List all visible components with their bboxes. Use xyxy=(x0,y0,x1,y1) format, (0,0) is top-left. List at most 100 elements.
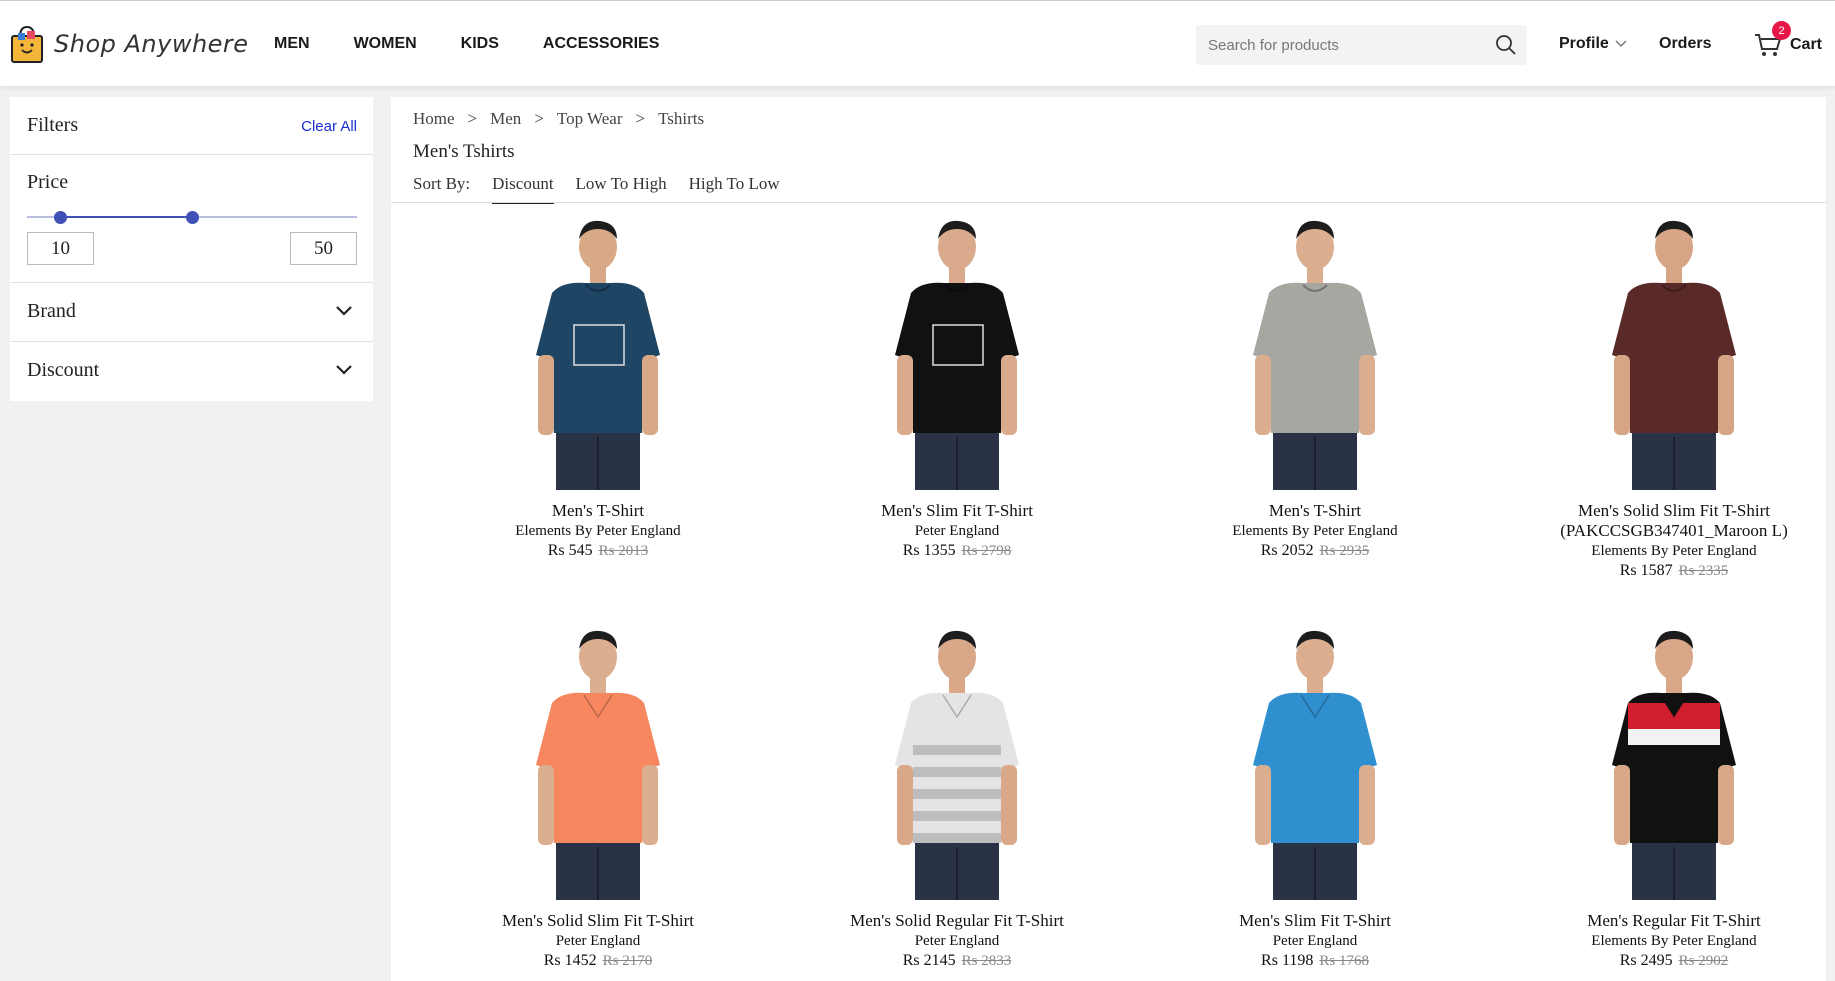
price-slider[interactable] xyxy=(27,210,357,224)
product-price: Rs 1355 xyxy=(902,542,956,559)
product-mrp: Rs 1768 xyxy=(1319,953,1369,969)
filters-sidebar: Filters Clear All Price 10 50 Brand Disc… xyxy=(10,97,373,401)
product-image[interactable] xyxy=(522,215,674,490)
product-name[interactable]: Men's Regular Fit T-Shirt xyxy=(1524,911,1824,931)
main-nav: MEN WOMEN KIDS ACCESSORIES xyxy=(274,35,703,53)
slider-thumb-max[interactable] xyxy=(186,211,199,224)
filters-header: Filters Clear All xyxy=(10,97,373,155)
page-title: Men's Tshirts xyxy=(413,141,515,162)
product-card[interactable]: Men's Solid Slim Fit T-Shirt (PAKCCSGB34… xyxy=(1524,215,1824,581)
product-card[interactable]: Men's Solid Regular Fit T-Shirt Peter Eng… xyxy=(807,625,1107,971)
sort-discount[interactable]: Discount xyxy=(492,174,554,204)
price-min-input[interactable]: 10 xyxy=(27,232,94,265)
price-max-input[interactable]: 50 xyxy=(290,232,357,265)
orders-link[interactable]: Orders xyxy=(1659,35,1711,53)
product-card[interactable]: Men's T-Shirt Elements By Peter England Rs… xyxy=(1165,215,1465,561)
brand-filter[interactable]: Brand xyxy=(10,283,373,342)
tshirt-model-illustration xyxy=(1598,215,1750,490)
nav-accessories[interactable]: ACCESSORIES xyxy=(543,35,659,53)
product-price: Rs 2145 xyxy=(902,952,956,969)
breadcrumb-top-wear[interactable]: Top Wear xyxy=(557,109,623,129)
product-card[interactable]: Men's Solid Slim Fit T-Shirt Peter Englan… xyxy=(448,625,748,971)
product-brand: Peter England xyxy=(555,933,641,949)
tshirt-model-illustration xyxy=(1239,625,1391,900)
logo-text: Shop Anywhere xyxy=(54,30,249,58)
product-image[interactable] xyxy=(522,625,674,900)
product-price-row: Rs 545 Rs 2013 xyxy=(448,541,748,561)
search-input[interactable] xyxy=(1196,25,1476,65)
product-name[interactable]: Men's T-Shirt xyxy=(448,501,748,521)
clear-all-button[interactable]: Clear All xyxy=(301,118,357,135)
product-price-row: Rs 2495 Rs 2902 xyxy=(1524,951,1824,971)
profile-menu[interactable]: Profile xyxy=(1559,35,1627,53)
breadcrumb-home[interactable]: Home xyxy=(413,109,455,129)
nav-men[interactable]: MEN xyxy=(274,35,310,53)
sort-bar: Sort By: Discount Low To High High To Lo… xyxy=(413,174,802,204)
chevron-down-icon[interactable] xyxy=(335,304,353,316)
product-price: Rs 2495 xyxy=(1619,952,1673,969)
product-price-row: Rs 1587 Rs 2335 xyxy=(1524,561,1824,581)
product-name[interactable]: Men's Slim Fit T-Shirt xyxy=(1165,911,1465,931)
product-price-row: Rs 1355 Rs 2798 xyxy=(807,541,1107,561)
slider-thumb-min[interactable] xyxy=(54,211,67,224)
product-price-row: Rs 1198 Rs 1768 xyxy=(1165,951,1465,971)
cart-icon: 2 xyxy=(1754,21,1791,59)
product-brand: Peter England xyxy=(1272,933,1358,949)
search-icon[interactable] xyxy=(1495,34,1517,56)
shopping-bag-icon xyxy=(10,25,44,63)
product-name[interactable]: Men's Solid Slim Fit T-Shirt xyxy=(448,911,748,931)
nav-women[interactable]: WOMEN xyxy=(354,35,417,53)
tshirt-model-illustration xyxy=(522,625,674,900)
product-mrp: Rs 2902 xyxy=(1678,953,1729,969)
profile-label: Profile xyxy=(1559,35,1609,52)
price-title: Price xyxy=(27,171,69,193)
product-name[interactable]: Men's Solid Regular Fit T-Shirt xyxy=(807,911,1107,931)
chevron-down-icon xyxy=(1615,35,1627,53)
product-name[interactable]: Men's T-Shirt xyxy=(1165,501,1465,521)
nav-kids[interactable]: KIDS xyxy=(461,35,499,53)
product-image[interactable] xyxy=(1239,215,1391,490)
slider-fill xyxy=(60,216,192,218)
product-card[interactable]: Men's Regular Fit T-Shirt Elements By Pet… xyxy=(1524,625,1824,971)
product-card[interactable]: Men's Slim Fit T-Shirt Peter England Rs 13… xyxy=(807,215,1107,561)
product-mrp: Rs 2170 xyxy=(602,953,653,969)
tshirt-model-illustration xyxy=(881,215,1033,490)
breadcrumb: Home > Men > Top Wear > Tshirts xyxy=(413,109,704,129)
sort-label: Sort By: xyxy=(413,174,471,193)
product-price: Rs 1198 xyxy=(1261,952,1314,969)
product-image[interactable] xyxy=(1598,215,1750,490)
product-image[interactable] xyxy=(881,625,1033,900)
product-image[interactable] xyxy=(1239,625,1391,900)
product-price-row: Rs 2145 Rs 2833 xyxy=(807,951,1107,971)
product-card[interactable]: Men's Slim Fit T-Shirt Peter England Rs 11… xyxy=(1165,625,1465,971)
cart-button[interactable]: 2 Cart xyxy=(1754,21,1822,59)
brand-title: Brand xyxy=(27,300,76,322)
tshirt-model-illustration xyxy=(1598,625,1750,900)
filters-title: Filters xyxy=(27,114,79,136)
product-listing: Home > Men > Top Wear > Tshirts Men's Ts… xyxy=(391,97,1826,981)
sort-high-to-low[interactable]: High To Low xyxy=(689,174,780,204)
price-filter: Price 10 50 xyxy=(10,155,373,283)
divider xyxy=(391,202,1826,203)
product-name[interactable]: Men's Slim Fit T-Shirt xyxy=(807,501,1107,521)
search-bar xyxy=(1196,25,1527,65)
sort-low-to-high[interactable]: Low To High xyxy=(576,174,667,204)
discount-filter[interactable]: Discount xyxy=(10,342,373,401)
product-card[interactable]: Men's T-Shirt Elements By Peter England Rs… xyxy=(448,215,748,561)
breadcrumb-tshirts[interactable]: Tshirts xyxy=(658,109,704,129)
product-name[interactable]: Men's Solid Slim Fit T-Shirt (PAKCCSGB34… xyxy=(1524,501,1824,541)
breadcrumb-separator: > xyxy=(467,109,478,128)
product-brand: Elements By Peter England xyxy=(1591,543,1757,559)
logo[interactable]: Shop Anywhere xyxy=(10,25,249,63)
product-price: Rs 1452 xyxy=(543,952,597,969)
breadcrumb-men[interactable]: Men xyxy=(490,109,521,129)
chevron-down-icon[interactable] xyxy=(335,363,353,375)
product-image[interactable] xyxy=(1598,625,1750,900)
tshirt-model-illustration xyxy=(522,215,674,490)
cart-count-badge: 2 xyxy=(1772,21,1791,40)
product-image[interactable] xyxy=(881,215,1033,490)
product-price-row: Rs 2052 Rs 2935 xyxy=(1165,541,1465,561)
product-price: Rs 1587 xyxy=(1619,562,1673,579)
product-price: Rs 2052 xyxy=(1260,542,1314,559)
tshirt-model-illustration xyxy=(1239,215,1391,490)
